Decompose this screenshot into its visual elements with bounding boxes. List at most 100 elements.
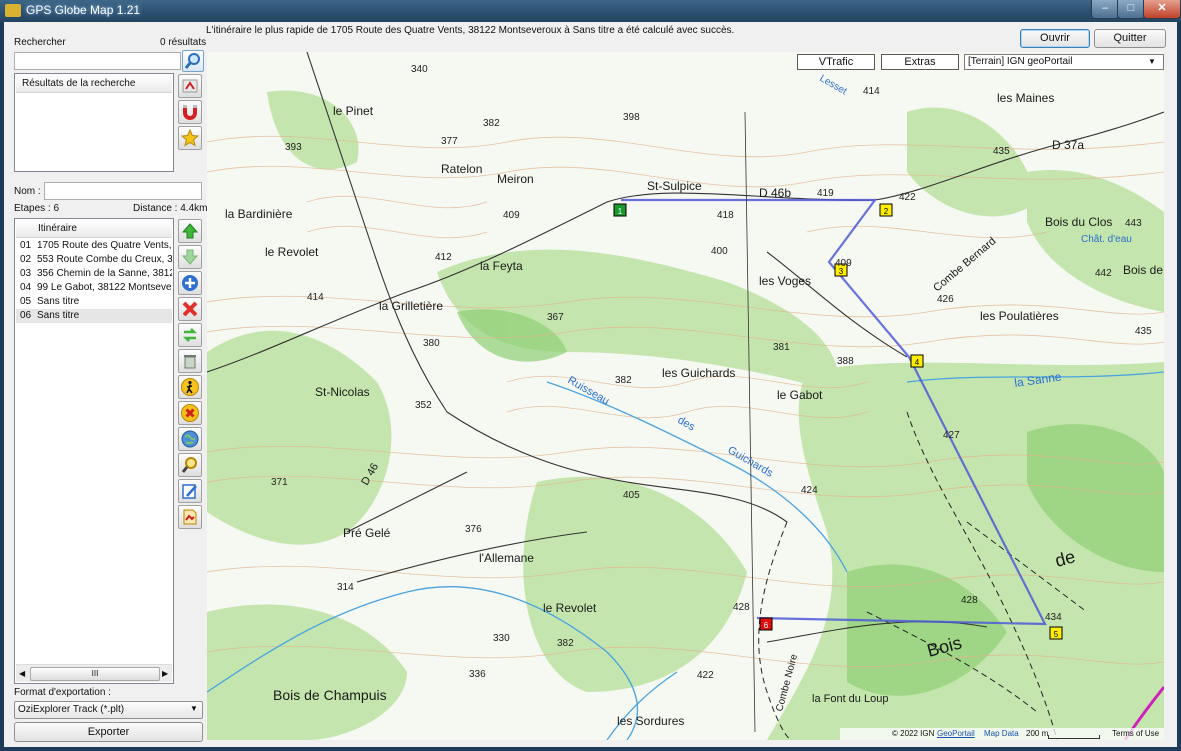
place-label: la Feyta — [480, 259, 523, 273]
elevation-label: 336 — [469, 669, 486, 680]
meridian-line — [744, 111, 756, 733]
place-label: les Voges — [759, 274, 811, 288]
terms-link[interactable]: Terms of Use — [1112, 728, 1159, 740]
place-label: l'Allemane — [479, 551, 534, 565]
export-pdf-button[interactable] — [178, 505, 202, 529]
walk-mode-button[interactable] — [178, 375, 202, 399]
arrow-down-icon — [181, 249, 199, 265]
zoom-route-button[interactable] — [178, 453, 202, 477]
pedestrian-icon — [181, 378, 199, 396]
search-results-list[interactable]: Résultats de la recherche — [14, 73, 174, 172]
route-distance: Distance : 4.4km — [133, 203, 208, 214]
reverse-route-button[interactable] — [178, 323, 202, 347]
delete-step-button[interactable] — [178, 297, 202, 321]
edit-route-button[interactable] — [178, 479, 202, 503]
open-button[interactable]: Ouvrir — [1020, 29, 1090, 48]
export-format-select[interactable]: OziExplorer Track (*.plt) ▼ — [14, 701, 203, 719]
elevation-label: 427 — [943, 430, 960, 441]
globe-button[interactable] — [178, 427, 202, 451]
elevation-label: 422 — [697, 670, 714, 681]
route-sign-icon — [182, 79, 198, 93]
horizontal-scrollbar[interactable]: ◀ III ▶ — [16, 664, 172, 682]
waypoint-label: 6 — [764, 621, 769, 630]
waypoint-label: 2 — [884, 207, 889, 216]
search-results-header: Résultats de la recherche — [16, 75, 172, 93]
move-down-button[interactable] — [178, 245, 202, 269]
add-to-route-button[interactable] — [178, 74, 202, 98]
elevation-label: 340 — [411, 64, 428, 75]
elevation-label: 380 — [423, 338, 440, 349]
close-button[interactable]: ✕ — [1143, 0, 1181, 19]
elevation-label: 367 — [547, 312, 564, 323]
extras-button[interactable]: Extras — [881, 54, 959, 70]
elevation-label: 412 — [435, 252, 452, 263]
arrow-up-icon — [181, 223, 199, 239]
elevation-label: 381 — [773, 342, 790, 353]
elevation-label: 428 — [733, 602, 750, 613]
list-item[interactable]: 03356 Chemin de la Sanne, 38122 Mo — [16, 267, 172, 281]
list-item[interactable]: 05 Sans titre — [16, 295, 172, 309]
elevation-label: 400 — [711, 246, 728, 257]
map-layer-select[interactable]: [Terrain] IGN geoPortail ▼ — [964, 54, 1164, 70]
minimize-button[interactable]: – — [1091, 0, 1119, 19]
status-message: L'itinéraire le plus rapide de 1705 Rout… — [206, 25, 735, 36]
elevation-label: 434 — [1045, 612, 1062, 623]
place-label: les Maines — [997, 91, 1054, 105]
maximize-button[interactable]: □ — [1117, 0, 1145, 19]
elevation-label: 330 — [493, 633, 510, 644]
place-label: le Pinet — [333, 104, 374, 118]
export-button[interactable]: Exporter — [14, 722, 203, 742]
itinerary-header-label: Itinéraire — [38, 223, 77, 234]
search-input[interactable] — [14, 52, 181, 70]
scroll-right-arrow[interactable]: ▶ — [162, 669, 168, 678]
chevron-down-icon: ▼ — [190, 704, 198, 713]
elevation-label: 426 — [937, 294, 954, 305]
search-button[interactable] — [182, 50, 204, 72]
topographic-map[interactable]: 1 2 3 4 5 6 le Pinet Ratelon Meiron St-S… — [207, 52, 1164, 740]
scale-bar — [1048, 735, 1100, 739]
geoportail-link[interactable]: GeoPortail — [937, 728, 975, 740]
list-item-selected[interactable]: 06 Sans titre — [16, 309, 172, 323]
trash-icon — [184, 355, 196, 369]
elevation-label: 393 — [285, 142, 302, 153]
cancel-route-button[interactable] — [178, 401, 202, 425]
magnet-button[interactable] — [178, 100, 202, 124]
export-format-label: Format d'exportation : — [14, 687, 111, 698]
place-label: la Grilletière — [379, 299, 443, 313]
map-view[interactable]: 1 2 3 4 5 6 le Pinet Ratelon Meiron St-S… — [207, 52, 1164, 740]
favorite-button[interactable] — [178, 126, 202, 150]
vtrafic-button[interactable]: VTrafic — [797, 54, 875, 70]
itinerary-list[interactable]: Itinéraire 01 1705 Route des Quatre Vents… — [14, 218, 174, 684]
elevation-label: 409 — [503, 210, 520, 221]
place-label: St-Nicolas — [315, 385, 370, 399]
elevation-label: 418 — [717, 210, 734, 221]
map-layer-value: [Terrain] IGN geoPortail — [968, 56, 1073, 67]
waypoint-label: 1 — [618, 207, 623, 216]
elevation-label: 414 — [307, 292, 324, 303]
place-label: Meiron — [497, 172, 534, 186]
map-data-link[interactable]: Map Data — [984, 728, 1019, 740]
place-label: D 37a — [1052, 138, 1084, 152]
route-name-input[interactable] — [44, 182, 202, 200]
elevation-label: 442 — [1095, 268, 1112, 279]
elevation-label: 371 — [271, 477, 288, 488]
clear-route-button[interactable] — [178, 349, 202, 373]
place-label: le Revolet — [265, 245, 319, 259]
reverse-arrows-icon — [182, 328, 198, 342]
list-item[interactable]: 02553 Route Combe du Creux, 38122 — [16, 253, 172, 267]
magnifier-icon — [181, 457, 197, 473]
elevation-label: 435 — [1135, 326, 1152, 337]
scroll-thumb[interactable]: III — [30, 667, 160, 681]
quit-button[interactable]: Quitter — [1094, 29, 1166, 48]
list-item[interactable]: 0499 Le Gabot, 38122 Montseveroux — [16, 281, 172, 295]
elevation-label: 376 — [465, 524, 482, 535]
place-label: la Font du Loup — [812, 693, 888, 705]
scroll-left-arrow[interactable]: ◀ — [19, 669, 25, 678]
list-item[interactable]: 011705 Route des Quatre Vents, 38122 — [16, 239, 172, 253]
place-label: le Revolet — [543, 601, 597, 615]
add-step-button[interactable] — [178, 271, 202, 295]
window-title: GPS Globe Map 1.21 — [26, 3, 141, 17]
place-label: des — [676, 414, 698, 434]
waypoint-label: 5 — [1054, 630, 1059, 639]
move-up-button[interactable] — [178, 219, 202, 243]
